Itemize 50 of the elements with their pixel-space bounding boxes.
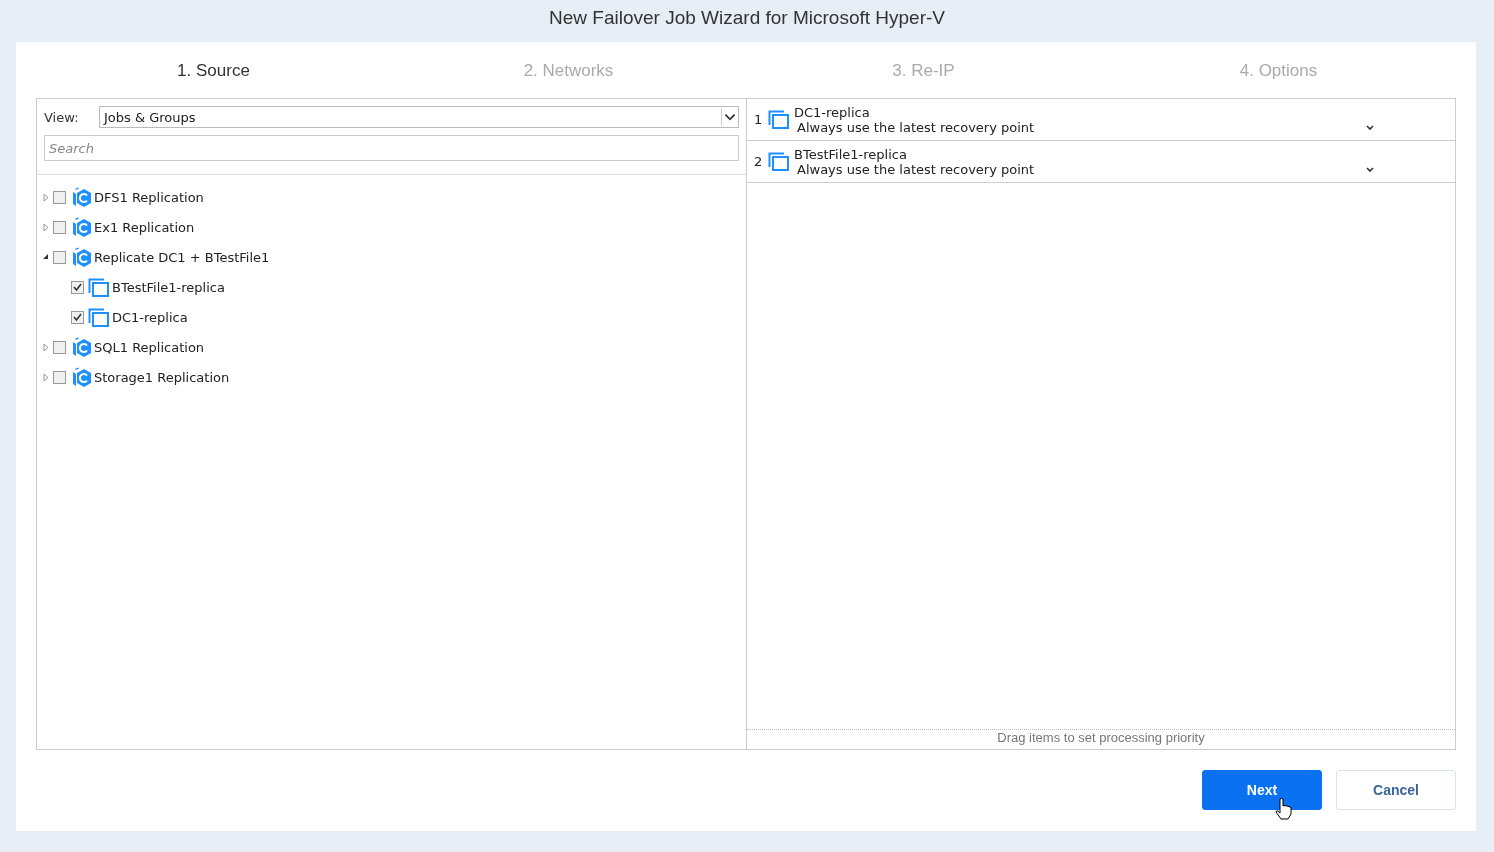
- tree-item[interactable]: Replicate DC1 + BTestFile1: [94, 249, 270, 265]
- pointer-cursor-icon: [1275, 798, 1292, 821]
- recovery-point-dropdown[interactable]: Always use the latest recovery point: [794, 161, 1375, 177]
- chevron-down-icon: [1365, 165, 1375, 173]
- vm-icon: [88, 306, 110, 328]
- recovery-point-dropdown[interactable]: Always use the latest recovery point: [794, 119, 1375, 135]
- checkmark-icon: [72, 311, 83, 323]
- replication-job-icon: [70, 336, 92, 358]
- next-button[interactable]: Next: [1202, 770, 1322, 810]
- tree-item[interactable]: Ex1 Replication: [94, 219, 195, 235]
- tree-item[interactable]: SQL1 Replication: [94, 339, 205, 355]
- tree-item[interactable]: DFS1 Replication: [94, 189, 204, 205]
- checkmark-icon: [72, 281, 83, 293]
- vm-icon: [768, 109, 790, 130]
- window-title: New Failover Job Wizard for Microsoft Hyper-V: [548, 6, 946, 30]
- collapse-arrow-icon[interactable]: [42, 252, 49, 262]
- checkbox[interactable]: [53, 250, 66, 264]
- tree-item[interactable]: BTestFile1-replica: [112, 279, 225, 295]
- vm-icon: [88, 276, 110, 298]
- expand-arrow-icon[interactable]: [42, 372, 49, 382]
- caret-icon: [721, 108, 738, 126]
- priority-number: 2: [754, 154, 764, 169]
- cancel-button[interactable]: Cancel: [1336, 770, 1456, 810]
- replication-job-icon: [70, 216, 92, 238]
- tree-item[interactable]: DC1-replica: [112, 309, 188, 325]
- expand-arrow-icon[interactable]: [42, 342, 49, 352]
- view-dropdown[interactable]: Jobs & Groups: [99, 106, 739, 128]
- checkbox[interactable]: [53, 340, 66, 354]
- expand-arrow-icon[interactable]: [42, 222, 49, 232]
- vm-name: DC1-replica: [794, 104, 871, 120]
- priority-list-item[interactable]: 2 BTestFile1-replica Always use the latest recovery point: [747, 141, 1455, 183]
- chevron-down-icon: [1365, 123, 1375, 131]
- priority-list-item[interactable]: 1 DC1-replica Always use the latest recovery point: [747, 99, 1455, 141]
- checkbox[interactable]: [53, 370, 66, 384]
- vm-name: BTestFile1-replica: [794, 146, 908, 162]
- checkbox[interactable]: [53, 190, 66, 204]
- expand-arrow-icon[interactable]: [42, 192, 49, 202]
- wizard-step-tab[interactable]: 1. Source: [36, 59, 391, 81]
- replication-job-icon: [70, 366, 92, 388]
- replication-job-icon: [70, 246, 92, 268]
- search-field[interactable]: Search: [44, 135, 739, 161]
- checkbox[interactable]: [71, 280, 84, 294]
- priority-number: 1: [754, 112, 764, 127]
- view-label: View:: [44, 109, 80, 125]
- hint-text: Drag items to set processing priority: [747, 729, 1455, 749]
- checkbox[interactable]: [71, 310, 84, 324]
- checkbox[interactable]: [53, 220, 66, 234]
- tree-item[interactable]: Storage1 Replication: [94, 369, 230, 385]
- replication-job-icon: [70, 186, 92, 208]
- vm-icon: [768, 151, 790, 172]
